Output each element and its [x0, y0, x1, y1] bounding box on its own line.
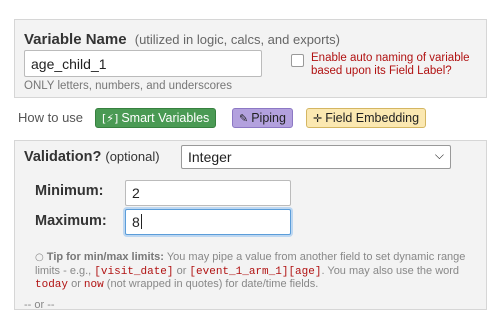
validation-optional-label: (optional) [105, 149, 160, 164]
validation-title: Validation? [24, 149, 102, 165]
tip-title: Tip for min/max limits: [46, 251, 164, 263]
how-to-use-label: How to use [18, 110, 84, 125]
piping-button[interactable]: ✎ Piping [232, 108, 293, 128]
piping-label: Piping [251, 111, 286, 125]
pencil-icon: ✎ [239, 112, 249, 125]
auto-naming-label[interactable]: Enable auto naming of variable based upo… [311, 52, 486, 78]
variable-name-input[interactable] [24, 50, 262, 77]
chevron-down-icon: ⌵ [434, 148, 444, 162]
variable-name-note: ONLY letters, numbers, and underscores [24, 80, 232, 92]
validation-panel: Validation? (optional) Integer ⌵ Minimum… [14, 140, 487, 311]
minimum-input[interactable]: 2 [125, 180, 291, 206]
tip-or-1: or [176, 264, 187, 277]
maximum-input[interactable]: 8 [125, 209, 291, 235]
maximum-label: Maximum: [35, 213, 107, 229]
validation-select[interactable]: Integer ⌵ [181, 145, 451, 169]
tip-code-visit-date: [visit_date] [94, 265, 174, 278]
variable-name-hint: (utilized in logic, calcs, and exports) [134, 32, 340, 47]
field-embedding-button[interactable]: ✛ Field Embedding [306, 108, 427, 128]
minimum-label: Minimum: [35, 183, 104, 199]
tip-code-today: today [35, 279, 69, 291]
variable-name-heading: Variable Name (utilized in logic, calcs,… [24, 31, 340, 48]
variable-name-title: Variable Name [24, 31, 127, 48]
lightbulb-icon: ○ [35, 252, 44, 263]
text-caret [140, 214, 142, 229]
min-max-tip: ○ Tip for min/max limits: You may pipe a… [35, 251, 480, 292]
auto-naming-checkbox[interactable] [291, 54, 304, 67]
validation-selected-value: Integer [188, 149, 232, 165]
tip-code-now: now [83, 279, 104, 291]
field-embedding-label: Field Embedding [325, 111, 420, 125]
or-separator: -- or -- [24, 299, 55, 311]
lightning-icon: [⚡] [102, 112, 119, 125]
maximum-value: 8 [132, 214, 140, 230]
variable-name-panel: Variable Name (utilized in logic, calcs,… [14, 19, 487, 98]
tip-code-event-age: [event_1_arm_1][age] [189, 265, 322, 278]
smart-variables-button[interactable]: [⚡] Smart Variables [95, 108, 217, 128]
tip-or-2: or [71, 278, 81, 290]
validation-heading: Validation? (optional) [24, 149, 160, 165]
minimum-value: 2 [132, 185, 140, 201]
tip-text-2: . You may also use the word [321, 264, 460, 277]
move-arrows-icon: ✛ [313, 112, 323, 125]
smart-variables-label: Smart Variables [121, 111, 210, 125]
tip-text-3: (not wrapped in quotes) for date/time fi… [106, 278, 319, 290]
